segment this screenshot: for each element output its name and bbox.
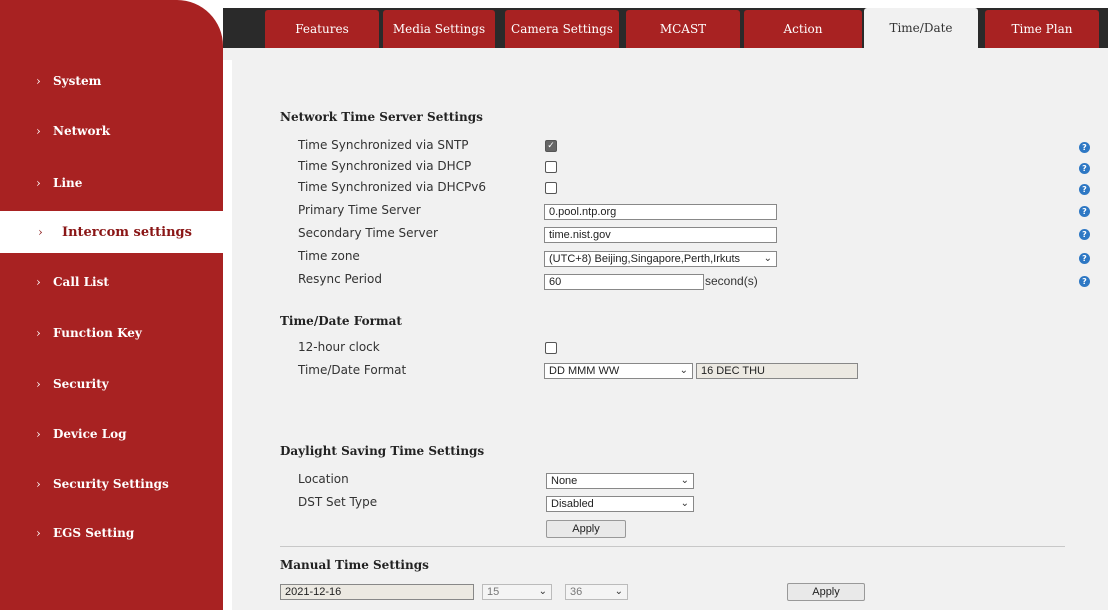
sidebar-item-label: Intercom settings (62, 224, 192, 240)
dst-apply-button[interactable]: Apply (546, 520, 626, 538)
help-icon[interactable]: ? (1079, 276, 1090, 287)
sidebar-item-function-key[interactable]: › Function Key (0, 316, 223, 350)
help-icon[interactable]: ? (1079, 163, 1090, 174)
sidebar-item-intercom-settings[interactable]: › Intercom settings (0, 211, 223, 253)
help-icon[interactable]: ? (1079, 229, 1090, 240)
sidebar-item-network[interactable]: › Network (0, 114, 223, 148)
manual-minute-select[interactable]: 36 ⌄ (565, 584, 628, 600)
chevron-down-icon: ⌄ (679, 365, 688, 376)
primary-server-label: Primary Time Server (298, 203, 421, 217)
chevron-right-icon: › (36, 427, 41, 441)
format-label: Time/Date Format (298, 363, 407, 377)
check-icon: ✓ (547, 141, 555, 151)
tab-time-plan[interactable]: Time Plan (985, 10, 1099, 48)
sidebar-item-label: EGS Setting (53, 526, 135, 540)
chevron-right-icon: › (36, 477, 41, 491)
sidebar-item-label: Security (53, 377, 109, 391)
timezone-label: Time zone (298, 249, 360, 263)
tab-bar: Features Media Settings Camera Settings … (223, 8, 1108, 48)
resync-input[interactable]: 60 (544, 274, 704, 290)
dhcpv6-label: Time Synchronized via DHCPv6 (298, 180, 486, 194)
format-preview: 16 DEC THU (696, 363, 858, 379)
location-label: Location (298, 472, 349, 486)
location-select[interactable]: None ⌄ (546, 473, 694, 489)
tab-media-settings[interactable]: Media Settings (383, 10, 495, 48)
help-icon[interactable]: ? (1079, 184, 1090, 195)
minute-value: 36 (570, 586, 583, 598)
tab-features[interactable]: Features (265, 10, 379, 48)
sidebar-item-label: Security Settings (53, 477, 169, 491)
tab-mcast[interactable]: MCAST (626, 10, 740, 48)
chevron-right-icon: › (36, 526, 41, 540)
sntp-checkbox[interactable]: ✓ (545, 140, 557, 152)
timezone-value: (UTC+8) Beijing,Singapore,Perth,Irkuts (549, 253, 741, 265)
sidebar-item-line[interactable]: › Line (0, 166, 223, 200)
chevron-right-icon: › (36, 74, 41, 88)
tab-camera-settings[interactable]: Camera Settings (505, 10, 619, 48)
dst-type-label: DST Set Type (298, 495, 378, 509)
section-title-network-time: Network Time Server Settings (280, 110, 483, 124)
chevron-right-icon: › (36, 326, 41, 340)
divider (280, 546, 1065, 547)
sidebar-item-system[interactable]: › System (0, 64, 223, 98)
sidebar-item-security-settings[interactable]: › Security Settings (0, 467, 223, 501)
tab-action[interactable]: Action (744, 10, 862, 48)
sidebar-item-label: Device Log (53, 427, 127, 441)
manual-apply-button[interactable]: Apply (787, 583, 865, 601)
content-panel: Network Time Server Settings Time Synchr… (232, 48, 1108, 610)
sidebar-item-label: Function Key (53, 326, 142, 340)
chevron-right-icon: › (36, 176, 41, 190)
manual-hour-select[interactable]: 15 ⌄ (482, 584, 552, 600)
section-title-time-date-format: Time/Date Format (280, 314, 402, 328)
sidebar-item-label: Line (53, 176, 83, 190)
chevron-down-icon: ⌄ (538, 586, 547, 597)
resync-label: Resync Period (298, 272, 382, 286)
dhcpv6-checkbox[interactable] (545, 182, 557, 194)
chevron-right-icon: › (36, 275, 41, 289)
clock12-checkbox[interactable] (545, 342, 557, 354)
tab-time-date[interactable]: Time/Date (864, 8, 978, 48)
dhcp-label: Time Synchronized via DHCP (298, 159, 472, 173)
help-icon[interactable]: ? (1079, 253, 1090, 264)
format-select[interactable]: DD MMM WW ⌄ (544, 363, 693, 379)
dst-type-value: Disabled (551, 498, 594, 510)
sidebar-item-device-log[interactable]: › Device Log (0, 417, 223, 451)
sidebar-item-egs-setting[interactable]: › EGS Setting (0, 516, 223, 550)
chevron-down-icon: ⌄ (680, 498, 689, 509)
sidebar-item-label: Call List (53, 275, 109, 289)
clock12-label: 12-hour clock (298, 340, 380, 354)
hour-value: 15 (487, 586, 500, 598)
secondary-server-label: Secondary Time Server (298, 226, 438, 240)
secondary-server-input[interactable]: time.nist.gov (544, 227, 777, 243)
sidebar-item-call-list[interactable]: › Call List (0, 265, 223, 299)
sidebar-item-security[interactable]: › Security (0, 367, 223, 401)
manual-date-input[interactable]: 2021-12-16 (280, 584, 474, 600)
help-icon[interactable]: ? (1079, 142, 1090, 153)
sidebar-item-label: Network (53, 124, 111, 138)
chevron-right-icon: › (38, 225, 43, 239)
chevron-down-icon: ⌄ (763, 253, 772, 264)
sidebar: › System › Network › Line › Intercom setting… (0, 0, 223, 610)
chevron-down-icon: ⌄ (614, 586, 623, 597)
format-value: DD MMM WW (549, 365, 620, 377)
resync-unit: second(s) (705, 274, 758, 288)
section-title-manual-time: Manual Time Settings (280, 558, 429, 572)
sntp-label: Time Synchronized via SNTP (298, 138, 469, 152)
primary-server-input[interactable]: 0.pool.ntp.org (544, 204, 777, 220)
timezone-select[interactable]: (UTC+8) Beijing,Singapore,Perth,Irkuts ⌄ (544, 251, 777, 267)
dst-type-select[interactable]: Disabled ⌄ (546, 496, 694, 512)
chevron-down-icon: ⌄ (680, 475, 689, 486)
section-title-dst: Daylight Saving Time Settings (280, 444, 485, 458)
chevron-right-icon: › (36, 124, 41, 138)
help-icon[interactable]: ? (1079, 206, 1090, 217)
chevron-right-icon: › (36, 377, 41, 391)
location-value: None (551, 475, 578, 487)
dhcp-checkbox[interactable] (545, 161, 557, 173)
sidebar-item-label: System (53, 74, 102, 88)
